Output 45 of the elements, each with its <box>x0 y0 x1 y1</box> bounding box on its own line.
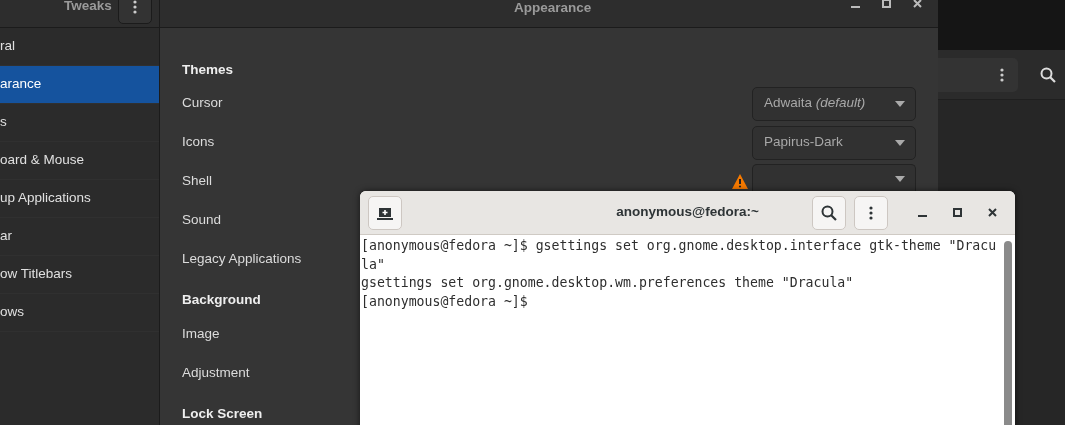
menu-icon[interactable] <box>1000 67 1004 82</box>
theme-dropdown[interactable]: Adwaita (default) <box>752 86 916 121</box>
setting-label: Shell <box>182 173 213 189</box>
close-icon[interactable] <box>913 0 922 8</box>
search-icon <box>821 204 837 221</box>
close-icon[interactable] <box>988 208 997 217</box>
section-heading: Themes <box>182 60 234 79</box>
menu-icon <box>869 205 873 220</box>
setting-label: Cursor <box>182 95 223 111</box>
window-title: Appearance <box>514 0 592 17</box>
menu-button[interactable] <box>118 0 152 24</box>
sidebar-item[interactable]: ow Titlebars <box>0 256 159 294</box>
maximize-icon[interactable] <box>953 208 962 217</box>
new-tab-icon <box>377 205 393 220</box>
text-field[interactable] <box>938 57 1018 92</box>
section-heading: Lock Screen <box>182 404 263 423</box>
terminal-line: gsettings set org.gnome.desktop.wm.preferences theme "Dracula" <box>361 274 855 292</box>
sidebar-item[interactable]: ar <box>0 218 159 256</box>
app-title: Tweaks <box>64 0 112 16</box>
terminal-line: [anonymous@fedora ~]$ gsettings set org.gnome.desktop.interface gtk-theme "Dracu <box>361 237 998 255</box>
caret-icon <box>895 176 905 182</box>
maximize-icon[interactable] <box>882 0 891 8</box>
theme-dropdown[interactable] <box>752 164 916 193</box>
sidebar-item[interactable]: s <box>0 104 159 142</box>
sidebar-item[interactable]: arance <box>0 66 159 104</box>
sidebar-item[interactable]: ows <box>0 294 159 332</box>
sidebar-item[interactable]: oard & Mouse <box>0 142 159 180</box>
setting-label: Sound <box>182 212 222 228</box>
scrollbar[interactable] <box>1004 241 1012 425</box>
new-tab-button[interactable] <box>368 195 402 230</box>
setting-label: Legacy Applications <box>182 251 302 267</box>
terminal-line: la" <box>361 255 386 274</box>
search-button[interactable] <box>812 195 846 230</box>
menu-icon <box>133 0 137 14</box>
caret-icon <box>895 100 905 107</box>
theme-dropdown[interactable]: Papirus-Dark <box>752 125 916 160</box>
setting-label: Adjustment <box>182 365 250 381</box>
search-icon[interactable] <box>1040 66 1056 83</box>
terminal-line: [anonymous@fedora ~]$ <box>361 292 529 311</box>
caret-icon <box>895 139 905 146</box>
sidebar-item[interactable]: up Applications <box>0 180 159 218</box>
setting-label: Image <box>182 326 220 342</box>
section-heading: Background <box>182 290 261 309</box>
window-title: anonymous@fedora:~ <box>616 203 759 222</box>
setting-label: Icons <box>182 134 215 150</box>
